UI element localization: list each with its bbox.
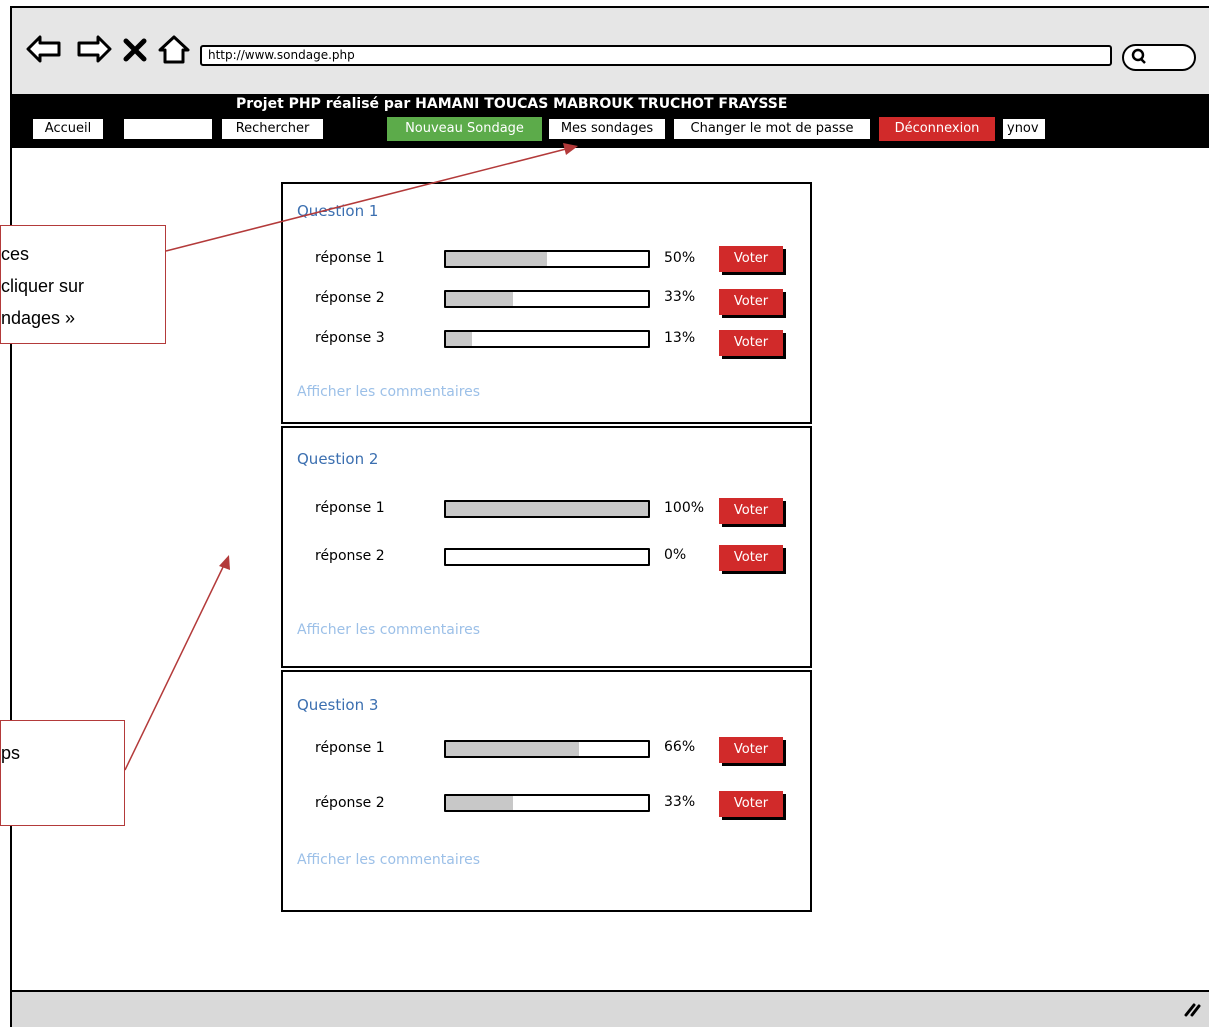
- annotation-arrow-line: [124, 564, 225, 771]
- annotation-arrow-line: [165, 148, 567, 252]
- annotation-arrows: [124, 143, 578, 771]
- arrowhead-icon: [563, 143, 578, 155]
- arrowhead-icon: [219, 555, 230, 570]
